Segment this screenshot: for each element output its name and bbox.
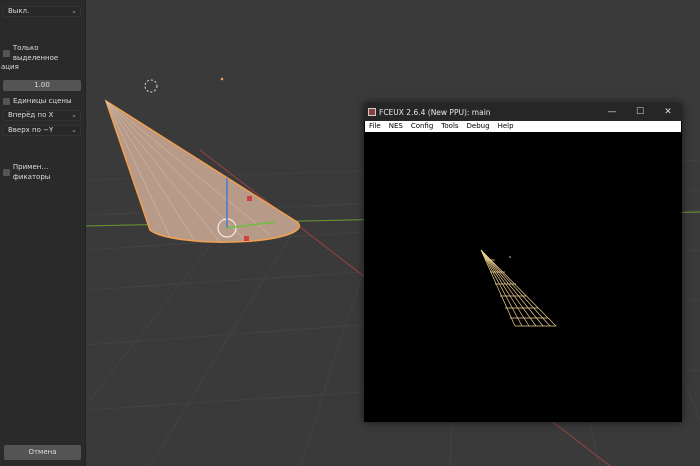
3d-cursor[interactable] <box>144 79 158 93</box>
menu-debug[interactable]: Debug <box>467 121 490 132</box>
apply-modifiers-label: Примен…фикаторы <box>12 163 51 181</box>
nes-light-dot <box>509 256 511 258</box>
minimize-button[interactable]: — <box>598 107 626 117</box>
menu-nes[interactable]: NES <box>389 121 403 132</box>
game-screen[interactable] <box>364 132 682 422</box>
chevron-down-icon: ⌄ <box>71 111 77 119</box>
close-button[interactable]: ✕ <box>654 107 682 117</box>
menu-config[interactable]: Config <box>411 121 433 132</box>
section-label: ация <box>1 63 19 71</box>
mode-select-value: Выкл. <box>8 7 30 15</box>
up-axis-select[interactable]: Вверх по −Y ⌄ <box>3 125 81 136</box>
checkbox-icon <box>3 168 10 176</box>
only-selected-checkbox[interactable]: Только выделенное <box>3 43 85 63</box>
mode-select[interactable]: Выкл. ⌄ <box>3 6 81 17</box>
menu-help[interactable]: Help <box>498 121 514 132</box>
chevron-down-icon: ⌄ <box>71 7 77 15</box>
cone-mesh[interactable] <box>104 99 301 243</box>
maximize-button[interactable]: ☐ <box>626 107 654 117</box>
scene-units-label: Единицы сцены <box>13 97 72 105</box>
menu-bar: File NES Config Tools Debug Help <box>365 121 681 132</box>
gizmo-x-handle[interactable] <box>247 196 252 201</box>
menu-tools[interactable]: Tools <box>441 121 458 132</box>
up-axis-value: Вверх по −Y <box>8 126 54 134</box>
scale-field[interactable]: 1.00 <box>3 80 81 91</box>
forward-axis-value: Вперёд по X <box>8 111 54 119</box>
checkbox-icon <box>3 97 10 105</box>
nes-cone-wireframe <box>480 249 557 327</box>
cancel-button[interactable]: Отмена <box>4 445 81 460</box>
scene-units-checkbox[interactable]: Единицы сцены <box>3 96 71 106</box>
title-bar[interactable]: FCEUX 2.6.4 (New PPU): main — ☐ ✕ <box>364 103 682 121</box>
export-options-panel: Выкл. ⌄ Только выделенное ация 1.00 Едини… <box>0 0 86 466</box>
window-title: FCEUX 2.6.4 (New PPU): main <box>379 107 491 117</box>
app-icon <box>368 108 376 116</box>
menu-file[interactable]: File <box>369 121 381 132</box>
light-dot <box>220 77 224 81</box>
apply-modifiers-checkbox[interactable]: Примен…фикаторы <box>3 162 85 182</box>
only-selected-label: Только выделенное <box>12 44 59 62</box>
chevron-down-icon: ⌄ <box>71 126 77 134</box>
forward-axis-select[interactable]: Вперёд по X ⌄ <box>3 110 81 121</box>
gizmo-x-handle-2[interactable] <box>244 236 249 241</box>
fceux-window: FCEUX 2.6.4 (New PPU): main — ☐ ✕ File N… <box>364 103 682 422</box>
checkbox-icon <box>3 49 10 57</box>
